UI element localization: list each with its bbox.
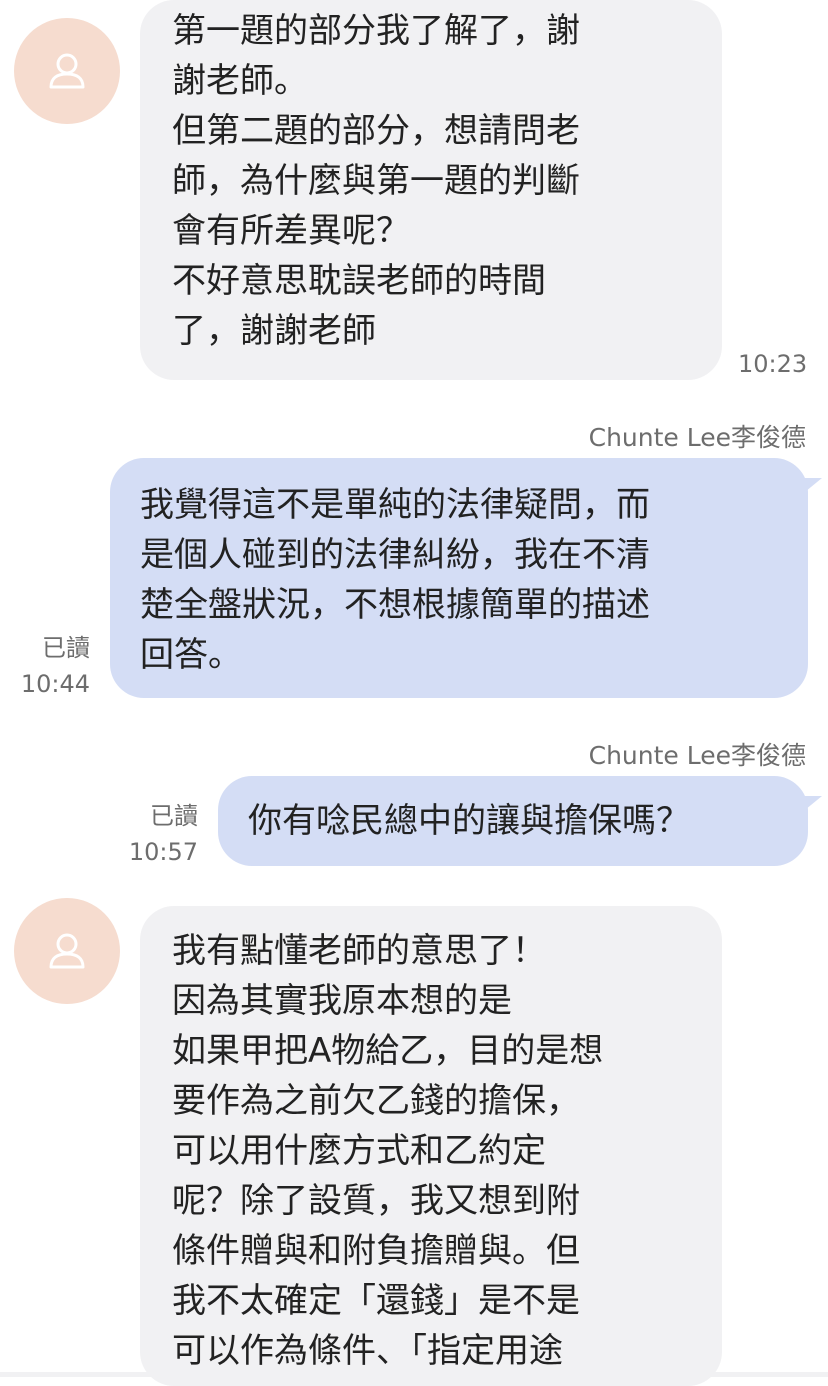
- read-label: 已讀: [150, 802, 198, 830]
- incoming-message-bubble[interactable]: 第一題的部分我了解了，謝 謝老師。 但第二題的部分，想請問老 師，為什麼與第一題…: [140, 0, 722, 380]
- message-timestamp: 10:23: [738, 350, 808, 378]
- message-timestamp: 10:44: [20, 670, 90, 698]
- person-outline-icon: [49, 933, 85, 969]
- incoming-message-bubble[interactable]: 我有點懂老師的意思了！ 因為其實我原本想的是 如果甲把A物給乙，目的是想 要作為…: [140, 906, 722, 1386]
- sender-name: Chunte Lee李俊德: [588, 423, 806, 452]
- outgoing-message-bubble[interactable]: 我覺得這不是單純的法律疑問，而 是個人碰到的法律糾紛，我在不清 楚全盤狀況，不想…: [110, 458, 808, 698]
- outgoing-message-bubble[interactable]: 你有唸民總中的讓與擔保嗎？: [218, 776, 808, 866]
- message-timestamp: 10:57: [128, 838, 198, 866]
- bubble-tail: [800, 478, 822, 496]
- avatar[interactable]: [14, 18, 120, 124]
- read-label: 已讀: [42, 634, 90, 662]
- person-outline-icon: [49, 53, 85, 89]
- screen-bottom-edge: [0, 1372, 828, 1377]
- read-receipt: 已讀 10:44: [18, 630, 90, 702]
- read-receipt: 已讀 10:57: [126, 798, 198, 870]
- avatar[interactable]: [14, 898, 120, 1004]
- bubble-tail: [800, 796, 822, 814]
- sender-name: Chunte Lee李俊德: [588, 741, 806, 770]
